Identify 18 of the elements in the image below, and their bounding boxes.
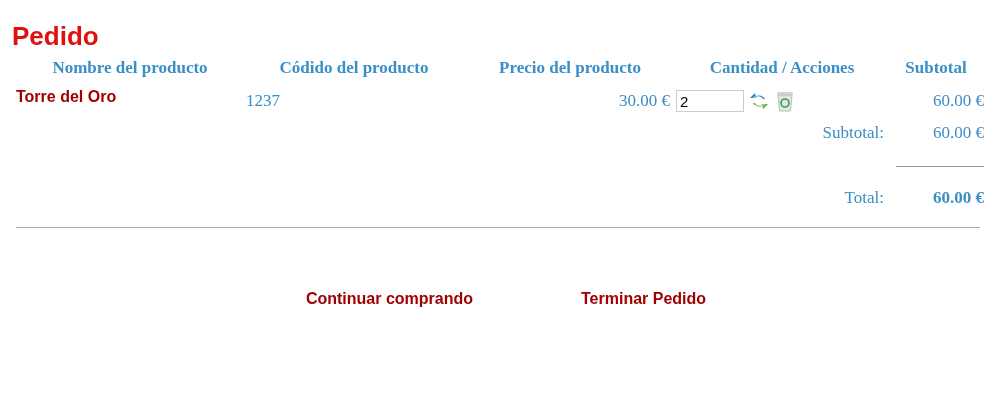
row-subtotal: 60.00 € (933, 91, 984, 111)
nav-link[interactable]: Continuar comprando (305, 290, 473, 308)
product-name: Torre del Oro (16, 88, 117, 106)
column-header: Nombre del producto (51, 57, 209, 79)
column-header: Precio del producto (498, 57, 642, 79)
subtotal-value: 60.00 € (933, 123, 984, 143)
total-label: Total: (844, 188, 884, 208)
product-code: 1237 (246, 91, 280, 111)
column-header: Códido del producto (278, 57, 430, 79)
page-title: Pedido (12, 20, 100, 53)
nav-link[interactable]: Terminar Pedido (581, 290, 707, 308)
column-header: Cantidad / Acciones (708, 57, 856, 79)
quantity-field[interactable]: 2 (676, 90, 744, 112)
subtotal-label: Subtotal: (822, 123, 884, 143)
product-price: 30.00 € (619, 91, 670, 111)
trash-icon[interactable] (774, 89, 796, 113)
total-value: 60.00 € (933, 188, 984, 208)
column-header: Subtotal (904, 57, 968, 79)
